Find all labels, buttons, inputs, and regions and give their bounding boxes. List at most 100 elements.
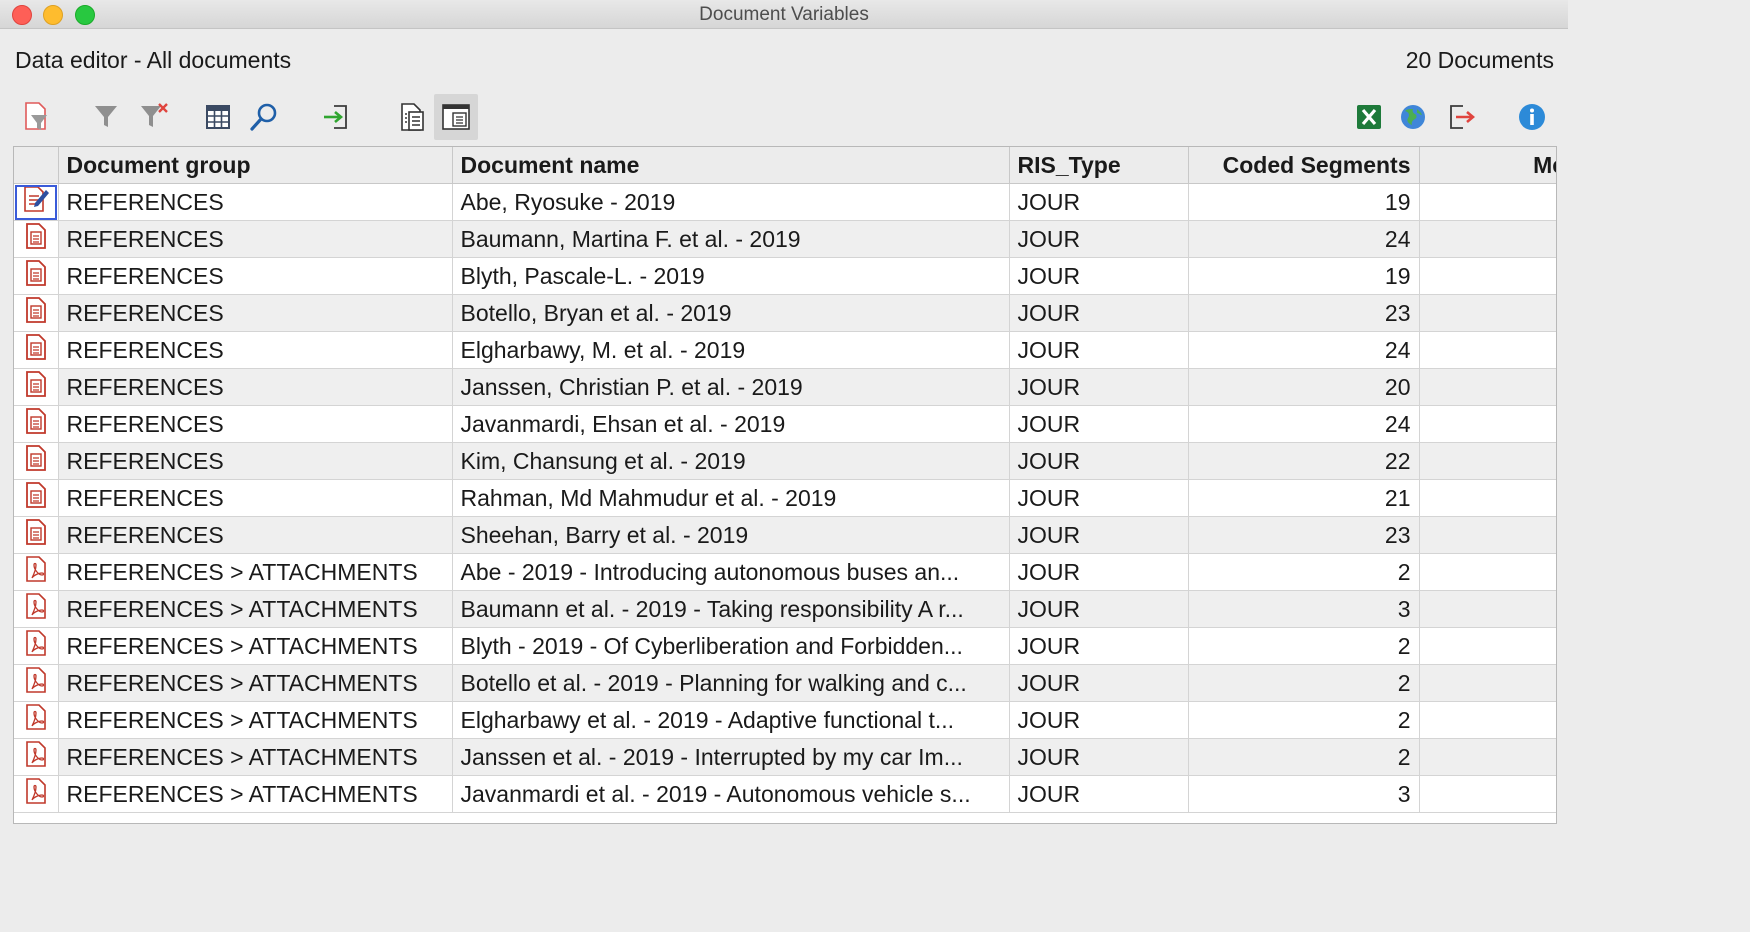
- cell-document-group[interactable]: REFERENCES: [58, 405, 453, 443]
- column-header-ris-type[interactable]: RIS_Type: [1009, 147, 1189, 184]
- cell-coded-segments[interactable]: 23: [1188, 294, 1420, 332]
- cell-memo[interactable]: [1419, 553, 1556, 591]
- row-icon-cell[interactable]: [14, 479, 59, 517]
- row-icon-cell[interactable]: [14, 775, 59, 813]
- cell-document-group[interactable]: REFERENCES: [58, 479, 453, 517]
- cell-document-name[interactable]: Blyth, Pascale-L. - 2019: [452, 257, 1010, 295]
- table-row[interactable]: REFERENCES Sheehan, Barry et al. - 2019 JO…: [14, 516, 1556, 554]
- cell-coded-segments[interactable]: 21: [1188, 479, 1420, 517]
- cell-document-name[interactable]: Javanmardi, Ehsan et al. - 2019: [452, 405, 1010, 443]
- column-header-icon[interactable]: [14, 147, 59, 184]
- row-icon-cell[interactable]: [14, 627, 59, 665]
- table-row[interactable]: REFERENCES Abe, Ryosuke - 2019 JOUR 19: [14, 183, 1556, 221]
- cell-document-name[interactable]: Rahman, Md Mahmudur et al. - 2019: [452, 479, 1010, 517]
- cell-coded-segments[interactable]: 2: [1188, 664, 1420, 702]
- filter-button[interactable]: [84, 94, 128, 140]
- cell-document-group[interactable]: REFERENCES: [58, 442, 453, 480]
- row-icon-cell[interactable]: [14, 664, 59, 702]
- cell-document-group[interactable]: REFERENCES: [58, 516, 453, 554]
- cell-coded-segments[interactable]: 24: [1188, 331, 1420, 369]
- row-icon-cell[interactable]: [14, 516, 59, 554]
- cell-memo[interactable]: [1419, 738, 1556, 776]
- table-row[interactable]: REFERENCES > ATTACHMENTS Javanmardi et al…: [14, 775, 1556, 813]
- cell-ris-type[interactable]: JOUR: [1009, 220, 1189, 258]
- table-row[interactable]: REFERENCES Javanmardi, Ehsan et al. - 201…: [14, 405, 1556, 443]
- table-row[interactable]: REFERENCES > ATTACHMENTS Janssen et al. -…: [14, 738, 1556, 776]
- cell-document-group[interactable]: REFERENCES > ATTACHMENTS: [58, 664, 453, 702]
- search-button[interactable]: [242, 94, 286, 140]
- row-icon-cell[interactable]: [14, 442, 59, 480]
- cell-coded-segments[interactable]: 3: [1188, 590, 1420, 628]
- cell-coded-segments[interactable]: 2: [1188, 738, 1420, 776]
- row-icon-cell[interactable]: [14, 331, 59, 369]
- cell-coded-segments[interactable]: 2: [1188, 701, 1420, 739]
- cell-document-group[interactable]: REFERENCES: [58, 331, 453, 369]
- row-icon-cell[interactable]: [14, 590, 59, 628]
- cell-ris-type[interactable]: JOUR: [1009, 627, 1189, 665]
- cell-memo[interactable]: [1419, 516, 1556, 554]
- table-row[interactable]: REFERENCES Elgharbawy, M. et al. - 2019 JO…: [14, 331, 1556, 369]
- cell-coded-segments[interactable]: 2: [1188, 553, 1420, 591]
- cell-coded-segments[interactable]: 19: [1188, 183, 1420, 221]
- cell-memo[interactable]: [1419, 442, 1556, 480]
- cell-document-name[interactable]: Baumann, Martina F. et al. - 2019: [452, 220, 1010, 258]
- row-icon-cell[interactable]: [14, 294, 59, 332]
- cell-ris-type[interactable]: JOUR: [1009, 294, 1189, 332]
- cell-document-name[interactable]: Botello et al. - 2019 - Planning for wal…: [452, 664, 1010, 702]
- cell-memo[interactable]: [1419, 775, 1556, 813]
- cell-memo[interactable]: [1419, 294, 1556, 332]
- cell-memo[interactable]: [1419, 701, 1556, 739]
- cell-coded-segments[interactable]: 2: [1188, 627, 1420, 665]
- table-row[interactable]: REFERENCES > ATTACHMENTS Botello et al. -…: [14, 664, 1556, 702]
- clear-filter-button[interactable]: [132, 94, 176, 140]
- cell-document-group[interactable]: REFERENCES > ATTACHMENTS: [58, 738, 453, 776]
- table-row[interactable]: REFERENCES > ATTACHMENTS Elgharbawy et al…: [14, 701, 1556, 739]
- row-icon-cell[interactable]: [14, 553, 59, 591]
- row-icon-cell[interactable]: [14, 220, 59, 258]
- cell-memo[interactable]: [1419, 368, 1556, 406]
- cell-memo[interactable]: [1419, 479, 1556, 517]
- web-export-button[interactable]: [1391, 94, 1435, 140]
- cell-document-name[interactable]: Abe, Ryosuke - 2019: [452, 183, 1010, 221]
- cell-ris-type[interactable]: JOUR: [1009, 442, 1189, 480]
- row-icon-cell[interactable]: [14, 405, 59, 443]
- cell-document-group[interactable]: REFERENCES > ATTACHMENTS: [58, 701, 453, 739]
- cell-coded-segments[interactable]: 3: [1188, 775, 1420, 813]
- cell-coded-segments[interactable]: 24: [1188, 405, 1420, 443]
- cell-document-name[interactable]: Abe - 2019 - Introducing autonomous buse…: [452, 553, 1010, 591]
- cell-document-name[interactable]: Blyth - 2019 - Of Cyberliberation and Fo…: [452, 627, 1010, 665]
- table-row[interactable]: REFERENCES > ATTACHMENTS Blyth - 2019 - O…: [14, 627, 1556, 665]
- row-icon-cell[interactable]: [14, 701, 59, 739]
- cell-coded-segments[interactable]: 22: [1188, 442, 1420, 480]
- cell-memo[interactable]: [1419, 590, 1556, 628]
- table-row[interactable]: REFERENCES > ATTACHMENTS Abe - 2019 - Int…: [14, 553, 1556, 591]
- cell-memo[interactable]: [1419, 627, 1556, 665]
- column-header-document-group[interactable]: Document group: [58, 147, 453, 184]
- cell-document-group[interactable]: REFERENCES > ATTACHMENTS: [58, 590, 453, 628]
- column-header-coded-segments[interactable]: Coded Segments: [1188, 147, 1420, 184]
- cell-document-group[interactable]: REFERENCES: [58, 220, 453, 258]
- cell-ris-type[interactable]: JOUR: [1009, 405, 1189, 443]
- cell-coded-segments[interactable]: 20: [1188, 368, 1420, 406]
- cell-document-group[interactable]: REFERENCES: [58, 368, 453, 406]
- cell-memo[interactable]: [1419, 405, 1556, 443]
- table-row[interactable]: REFERENCES Janssen, Christian P. et al. -…: [14, 368, 1556, 406]
- cell-document-name[interactable]: Kim, Chansung et al. - 2019: [452, 442, 1010, 480]
- cell-memo[interactable]: [1419, 331, 1556, 369]
- cell-coded-segments[interactable]: 24: [1188, 220, 1420, 258]
- excel-export-button[interactable]: [1347, 94, 1391, 140]
- cell-ris-type[interactable]: JOUR: [1009, 183, 1189, 221]
- cell-coded-segments[interactable]: 23: [1188, 516, 1420, 554]
- cell-ris-type[interactable]: JOUR: [1009, 257, 1189, 295]
- row-icon-cell[interactable]: [14, 183, 59, 221]
- table-row[interactable]: REFERENCES Blyth, Pascale-L. - 2019 JOUR 19: [14, 257, 1556, 295]
- cell-document-name[interactable]: Botello, Bryan et al. - 2019: [452, 294, 1010, 332]
- cell-document-group[interactable]: REFERENCES > ATTACHMENTS: [58, 627, 453, 665]
- cell-document-name[interactable]: Elgharbawy, M. et al. - 2019: [452, 331, 1010, 369]
- cell-ris-type[interactable]: JOUR: [1009, 516, 1189, 554]
- cell-document-name[interactable]: Elgharbawy et al. - 2019 - Adaptive func…: [452, 701, 1010, 739]
- cell-memo[interactable]: [1419, 257, 1556, 295]
- cell-document-group[interactable]: REFERENCES: [58, 183, 453, 221]
- row-icon-cell[interactable]: [14, 738, 59, 776]
- cell-ris-type[interactable]: JOUR: [1009, 738, 1189, 776]
